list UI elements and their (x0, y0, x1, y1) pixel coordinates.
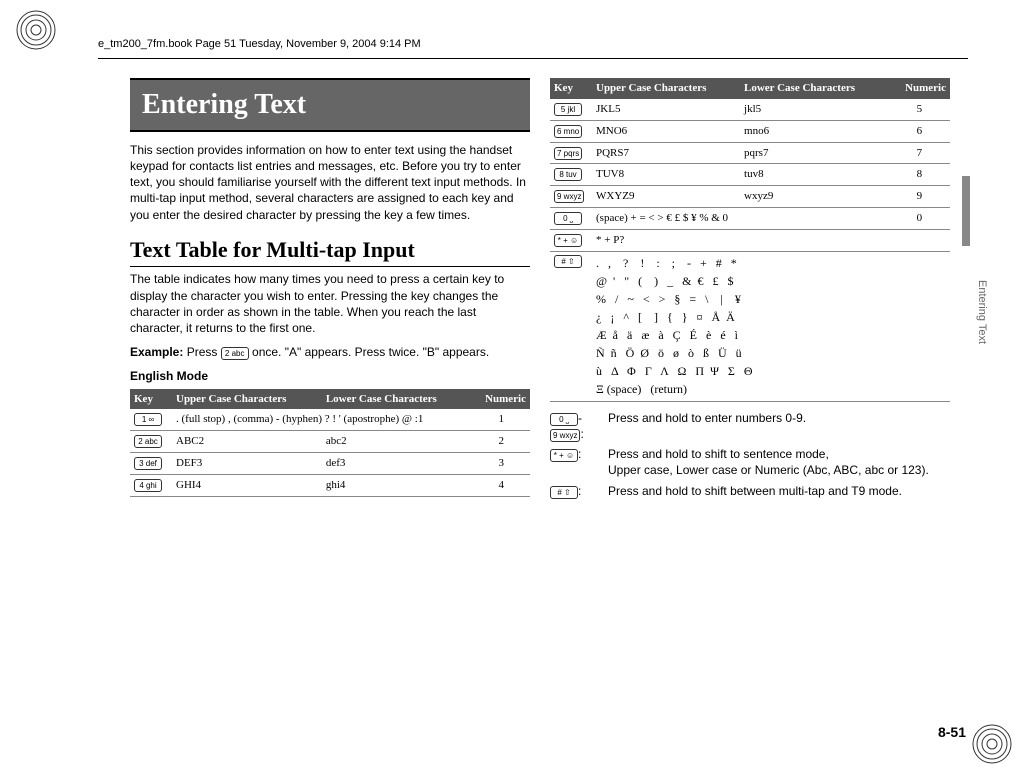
page-title: Entering Text (130, 78, 530, 132)
key-icon: 0 ⎵ (554, 212, 582, 225)
cell-numeric: 4 (472, 474, 530, 496)
key-table-right: Key Upper Case Characters Lower Case Cha… (550, 78, 950, 252)
cell-numeric: 5 (889, 99, 950, 120)
table-row: 8 tuv TUV8tuv88 (550, 164, 950, 186)
key-icon: * + ☺ (554, 234, 582, 247)
side-tab-bar (962, 176, 970, 246)
cell-upper: (space) + = < > € £ $ ¥ % & 0 (592, 208, 889, 230)
key-icon: 2 abc (134, 435, 162, 448)
cell-numeric: 2 (472, 431, 530, 453)
cell-lower: mno6 (740, 120, 889, 142)
note-row: 0 ⎵-9 wxyz: Press and hold to enter numb… (550, 410, 950, 442)
key-table-hash: # ⇧ . , ? ! : ; - + # * @ ' " ( ) _ & € … (550, 251, 950, 402)
cell-upper: MNO6 (592, 120, 740, 142)
table-row: # ⇧ . , ? ! : ; - + # * @ ' " ( ) _ & € … (550, 251, 950, 402)
cell-lower: ghi4 (322, 474, 473, 496)
cell-lower: def3 (322, 453, 473, 475)
cell-upper: TUV8 (592, 164, 740, 186)
example-label: Example: (130, 345, 183, 359)
key-icon: 8 tuv (554, 168, 582, 181)
example-paragraph: Example: Press 2 abc once. "A" appears. … (130, 344, 530, 360)
table-row: 7 pqrs PQRS7pqrs77 (550, 142, 950, 164)
table-row: 5 jkl JKL5jkl55 (550, 99, 950, 120)
th-key: Key (130, 389, 172, 410)
key-icon: 9 wxyz (554, 190, 584, 203)
corner-ornament-icon (16, 10, 56, 50)
cell-upper: ABC2 (172, 431, 322, 453)
cell-lower: wxyz9 (740, 186, 889, 208)
example-tail: once. "A" appears. Press twice. "B" appe… (249, 345, 490, 359)
cell-upper: PQRS7 (592, 142, 740, 164)
page-rule (98, 58, 968, 59)
cell-upper: GHI4 (172, 474, 322, 496)
note-row: * + ☺: Press and hold to shift to senten… (550, 446, 950, 478)
left-column: Entering Text This section provides info… (130, 78, 530, 503)
cell-numeric (889, 229, 950, 251)
cell-lower: pqrs7 (740, 142, 889, 164)
table-row: 9 wxyz WXYZ9wxyz99 (550, 186, 950, 208)
note-text: Press and hold to enter numbers 0-9. (608, 410, 950, 442)
note-row: # ⇧: Press and hold to shift between mul… (550, 483, 950, 499)
cell-numeric: 1 (472, 409, 530, 430)
key-2abc-icon: 2 abc (221, 347, 249, 360)
th-numeric: Numeric (889, 78, 950, 99)
cell-numeric: 9 (889, 186, 950, 208)
right-column: Key Upper Case Characters Lower Case Cha… (550, 78, 950, 503)
key-icon: 7 pqrs (554, 147, 582, 160)
cell-lower: jkl5 (740, 99, 889, 120)
table-row: 1 ∞ . (full stop) , (comma) - (hyphen) ? … (130, 409, 530, 430)
cell-numeric: 0 (889, 208, 950, 230)
key-icon: 5 jkl (554, 103, 582, 116)
table-row: 2 abc ABC2abc22 (130, 431, 530, 453)
cell-upper: DEF3 (172, 453, 322, 475)
note-text: Press and hold to shift to sentence mode… (608, 446, 950, 478)
key-icon: 4 ghi (134, 479, 162, 492)
table-row: 0 ⎵ (space) + = < > € £ $ ¥ % & 00 (550, 208, 950, 230)
th-upper: Upper Case Characters (172, 389, 322, 410)
key-table-left: Key Upper Case Characters Lower Case Cha… (130, 389, 530, 497)
table-row: 4 ghi GHI4ghi44 (130, 474, 530, 496)
key-0-icon: 0 ⎵ (550, 413, 578, 426)
side-tab-label: Entering Text (976, 280, 988, 344)
pdf-header-line: e_tm200_7fm.book Page 51 Tuesday, Novemb… (98, 38, 421, 50)
note-sep: - (578, 411, 582, 425)
th-upper: Upper Case Characters (592, 78, 740, 99)
section-heading: Text Table for Multi-tap Input (130, 235, 530, 268)
cell-upper: JKL5 (592, 99, 740, 120)
page-number: 8-51 (938, 724, 966, 740)
th-lower: Lower Case Characters (740, 78, 889, 99)
symbol-grid: . , ? ! : ; - + # * @ ' " ( ) _ & € £ $ … (596, 254, 946, 398)
key-9-icon: 9 wxyz (550, 429, 580, 442)
cell-upper: WXYZ9 (592, 186, 740, 208)
cell-numeric: 7 (889, 142, 950, 164)
table-row: 3 def DEF3def33 (130, 453, 530, 475)
corner-ornament-icon (972, 724, 1012, 764)
th-lower: Lower Case Characters (322, 389, 473, 410)
key-icon: 3 def (134, 457, 162, 470)
cell-numeric: 3 (472, 453, 530, 475)
cell-lower: tuv8 (740, 164, 889, 186)
intro-paragraph: This section provides information on how… (130, 142, 530, 223)
section-paragraph: The table indicates how many times you n… (130, 271, 530, 336)
key-star-icon: * + ☺ (550, 449, 578, 462)
th-key: Key (550, 78, 592, 99)
cell-numeric: 8 (889, 164, 950, 186)
key-hash-icon: # ⇧ (550, 486, 578, 499)
cell-upper: . (full stop) , (comma) - (hyphen) ? ! '… (172, 409, 472, 430)
note-line: Press and hold to shift to sentence mode… (608, 446, 950, 462)
key-icon: 6 mno (554, 125, 582, 138)
table-row: * + ☺ * + P? (550, 229, 950, 251)
note-line: Upper case, Lower case or Numeric (Abc, … (608, 462, 950, 478)
cell-lower: abc2 (322, 431, 473, 453)
th-numeric: Numeric (472, 389, 530, 410)
note-text: Press and hold to shift between multi-ta… (608, 483, 950, 499)
cell-upper: * + P? (592, 229, 889, 251)
key-icon: 1 ∞ (134, 413, 162, 426)
key-hash-icon: # ⇧ (554, 255, 582, 268)
mode-label: English Mode (130, 368, 530, 384)
example-text: Press (183, 345, 220, 359)
notes-block: 0 ⎵-9 wxyz: Press and hold to enter numb… (550, 410, 950, 499)
table-row: 6 mno MNO6mno66 (550, 120, 950, 142)
cell-numeric: 6 (889, 120, 950, 142)
